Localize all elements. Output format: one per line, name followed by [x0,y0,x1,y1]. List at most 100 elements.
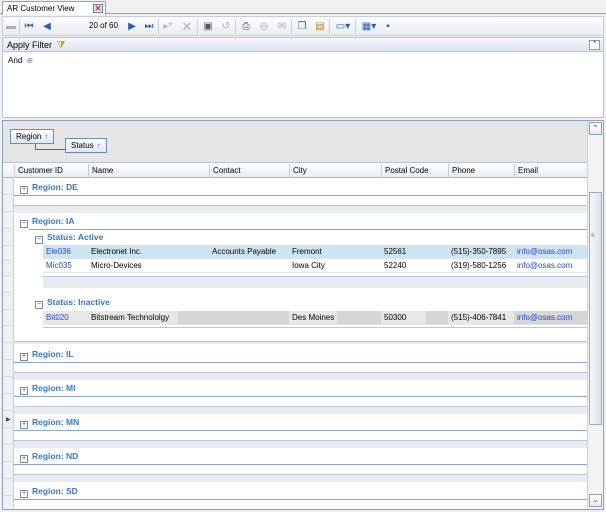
previous-record-icon[interactable]: ◀ [42,20,52,33]
name-cell[interactable]: Micro-Devices [88,259,209,273]
chart-icon[interactable]: ▦▾ [361,20,377,33]
row-indicator[interactable] [3,377,14,394]
refresh-icon[interactable]: ↺ [221,20,231,33]
next-record-icon[interactable]: ▶ [127,20,137,33]
contact-cell[interactable] [209,311,289,325]
collapse-icon[interactable]: − [35,301,43,309]
save-icon[interactable]: ▬ [6,20,16,33]
contact-cell[interactable] [209,259,289,273]
group-label: Status: Active [47,232,104,242]
filter-operator[interactable]: And [8,56,22,65]
column-header-contact[interactable]: Contact [209,164,289,178]
filter-icon[interactable]: ◎ [259,20,269,33]
column-header-city[interactable]: City [289,164,381,178]
last-record-icon[interactable]: ⏭ [144,20,154,33]
print-preview-icon[interactable]: ⎙ [241,20,251,33]
column-header-email[interactable]: Email [514,164,588,178]
tab-close-icon[interactable]: ✕ [93,4,103,13]
phone-cell[interactable]: (515)-406-7841 [448,311,514,325]
row-indicator[interactable] [3,360,14,377]
row-indicator[interactable] [3,261,14,276]
group-row-region-nd[interactable]: + Region: ND [20,448,78,465]
row-indicator[interactable] [3,246,14,261]
group-row-region-mn[interactable]: + Region: MN [20,414,79,431]
row-indicator[interactable] [3,445,14,462]
phone-cell[interactable]: (515)-350-7895 [448,245,514,259]
vertical-scrollbar[interactable]: ⌃ ≡ ⌄ [587,121,603,509]
row-indicator[interactable] [3,479,14,496]
collapse-icon[interactable]: − [20,220,28,228]
postal-code-cell[interactable]: 50300 [381,311,426,325]
layout-icon[interactable]: ▪ [383,20,393,33]
contact-cell[interactable]: Accounts Payable [209,245,289,259]
add-condition-icon[interactable]: ⊕ [26,56,33,65]
customer-id-cell[interactable]: Mic035 [43,259,88,273]
expand-icon[interactable]: + [20,490,28,498]
expand-icon[interactable]: + [20,353,28,361]
group-footer [14,406,588,414]
phone-cell[interactable]: (319)-580-1256 [448,259,514,273]
paste-icon[interactable]: ▤ [315,20,325,33]
row-indicator[interactable]: ▶ [3,411,14,428]
group-chip-status[interactable]: Status ↑ [65,138,107,153]
scroll-up-icon[interactable]: ⌃ [589,122,602,135]
postal-code-cell[interactable]: 52561 [381,245,448,259]
group-row-status-inactive[interactable]: − Status: Inactive [35,294,110,311]
edit-icon[interactable]: ▣ [203,20,213,33]
column-header-phone[interactable]: Phone [448,164,514,178]
email-cell[interactable]: info@osas.com [514,259,588,273]
row-indicator[interactable] [3,343,14,360]
city-cell[interactable]: Iowa City [289,259,381,273]
customer-id-cell[interactable]: Bit020 [43,311,88,325]
collapse-filter-icon[interactable]: ⌃ [589,40,600,50]
export-icon[interactable]: ▭▾ [335,20,351,33]
row-indicator[interactable] [3,229,14,246]
row-indicator[interactable] [3,212,14,229]
group-row-region-sd[interactable]: + Region: SD [20,483,78,500]
column-header-name[interactable]: Name [88,164,209,178]
group-row-region-mi[interactable]: + Region: MI [20,380,75,397]
add-record-icon[interactable]: ▸* [163,20,173,33]
table-row[interactable]: Ele036 Electronet Inc. Accounts Payable … [43,245,588,259]
name-cell[interactable]: Electronet Inc. [88,245,209,259]
row-indicator[interactable] [3,326,14,343]
scroll-down-icon[interactable]: ⌄ [589,494,602,507]
row-indicator[interactable] [3,178,14,195]
name-cell[interactable]: Bitstream Technololgy [88,311,178,325]
copy-icon[interactable]: ❐ [297,20,307,33]
customer-id-cell[interactable]: Ele036 [43,245,88,259]
email-cell[interactable]: info@osas.com [514,245,588,259]
mail-icon[interactable]: ✉ [277,20,287,33]
group-chip-region[interactable]: Region ↑ [10,129,55,144]
row-indicator[interactable] [3,428,14,445]
table-row[interactable]: Mic035 Micro-Devices Iowa City 52240 (31… [43,259,588,273]
postal-code-cell[interactable]: 52240 [381,259,448,273]
sort-ascending-icon: ↑ [44,132,49,141]
row-indicator[interactable] [3,195,14,212]
tab-ar-customer-view[interactable]: AR Customer View ✕ [2,1,106,15]
row-indicator[interactable] [3,276,14,293]
expand-icon[interactable]: + [20,387,28,395]
row-indicator[interactable] [3,394,14,411]
email-cell[interactable]: info@osas.com [514,311,588,325]
first-record-icon[interactable]: ⏮ [24,20,34,33]
row-indicator[interactable] [3,496,14,509]
expand-icon[interactable]: + [20,186,28,194]
column-header-customer-id[interactable]: Customer ID [14,164,88,178]
group-row-status-active[interactable]: − Status: Active [35,229,103,246]
scroll-thumb[interactable] [589,192,602,425]
table-row[interactable]: Bit020 Bitstream Technololgy Des Moines … [43,311,588,325]
row-indicator[interactable] [3,293,14,310]
group-row-region-de[interactable]: + Region: DE [20,179,78,196]
delete-record-icon[interactable]: ✕ [181,20,193,33]
group-row-region-ia[interactable]: − Region: IA [20,213,75,230]
row-indicator[interactable] [3,462,14,479]
row-indicator[interactable] [3,310,14,326]
column-header-postal-code[interactable]: Postal Code [381,164,448,178]
collapse-icon[interactable]: − [35,236,43,244]
city-cell[interactable]: Fremont [289,245,381,259]
expand-icon[interactable]: + [20,421,28,429]
expand-icon[interactable]: + [20,455,28,463]
group-row-region-il[interactable]: + Region: IL [20,346,74,363]
city-cell[interactable]: Des Moines [289,311,337,325]
